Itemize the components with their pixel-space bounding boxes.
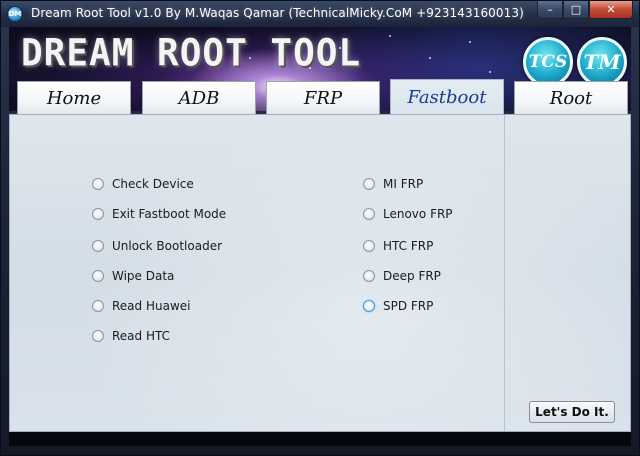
radio-button[interactable] <box>92 240 104 252</box>
option-mi-frp[interactable]: MI FRP <box>363 177 423 191</box>
close-button[interactable]: ✕ <box>589 1 633 19</box>
option-lenovo-frp[interactable]: Lenovo FRP <box>363 207 453 221</box>
radio-button[interactable] <box>92 208 104 220</box>
window-controls: – □ ✕ <box>537 1 633 19</box>
tab-root[interactable]: Root <box>514 81 628 114</box>
maximize-button[interactable]: □ <box>563 1 589 19</box>
option-htc-frp[interactable]: HTC FRP <box>363 239 433 253</box>
radio-button[interactable] <box>92 270 104 282</box>
option-label: Exit Fastboot Mode <box>112 207 227 221</box>
radio-button[interactable] <box>363 300 375 312</box>
option-read-huawei[interactable]: Read Huawei <box>92 299 190 313</box>
tab-frp[interactable]: FRP <box>266 81 380 114</box>
option-label: Read Huawei <box>112 299 191 313</box>
status-strip <box>9 432 631 446</box>
option-label: Read HTC <box>112 329 170 343</box>
panel-divider <box>504 115 505 431</box>
option-label: HTC FRP <box>383 239 434 253</box>
tab-adb[interactable]: ADB <box>142 81 256 114</box>
tab-bar: Home ADB FRP Fastboot Root <box>9 79 631 115</box>
option-label: Deep FRP <box>383 269 441 283</box>
radio-button[interactable] <box>363 208 375 220</box>
app-icon: DM <box>7 6 23 22</box>
option-check-device[interactable]: Check Device <box>92 177 194 191</box>
lets-do-it-button[interactable]: Let's Do It. <box>529 401 615 423</box>
radio-button[interactable] <box>363 270 375 282</box>
option-wipe-data[interactable]: Wipe Data <box>92 269 174 283</box>
option-label: Lenovo FRP <box>383 207 453 221</box>
radio-button[interactable] <box>92 300 104 312</box>
radio-button[interactable] <box>92 330 104 342</box>
banner-title: DREAM ROOT TOOL <box>21 31 362 76</box>
tab-home[interactable]: Home <box>17 81 131 114</box>
option-label: Check Device <box>112 177 194 191</box>
option-label: Wipe Data <box>112 269 175 283</box>
radio-button[interactable] <box>363 240 375 252</box>
window-title: Dream Root Tool v1.0 By M.Waqas Qamar (T… <box>31 6 524 20</box>
option-deep-frp[interactable]: Deep FRP <box>363 269 441 283</box>
app-window: DM Dream Root Tool v1.0 By M.Waqas Qamar… <box>0 0 640 456</box>
option-label: MI FRP <box>383 177 424 191</box>
option-label: SPD FRP <box>383 299 434 313</box>
tab-fastboot[interactable]: Fastboot <box>390 79 504 115</box>
fastboot-panel: Check Device Exit Fastboot Mode Unlock B… <box>9 114 631 432</box>
minimize-button[interactable]: – <box>537 1 563 19</box>
radio-button[interactable] <box>92 178 104 190</box>
option-exit-fastboot-mode[interactable]: Exit Fastboot Mode <box>92 207 226 221</box>
option-read-htc[interactable]: Read HTC <box>92 329 170 343</box>
option-spd-frp[interactable]: SPD FRP <box>363 299 433 313</box>
option-unlock-bootloader[interactable]: Unlock Bootloader <box>92 239 222 253</box>
option-label: Unlock Bootloader <box>112 239 223 253</box>
radio-button[interactable] <box>363 178 375 190</box>
